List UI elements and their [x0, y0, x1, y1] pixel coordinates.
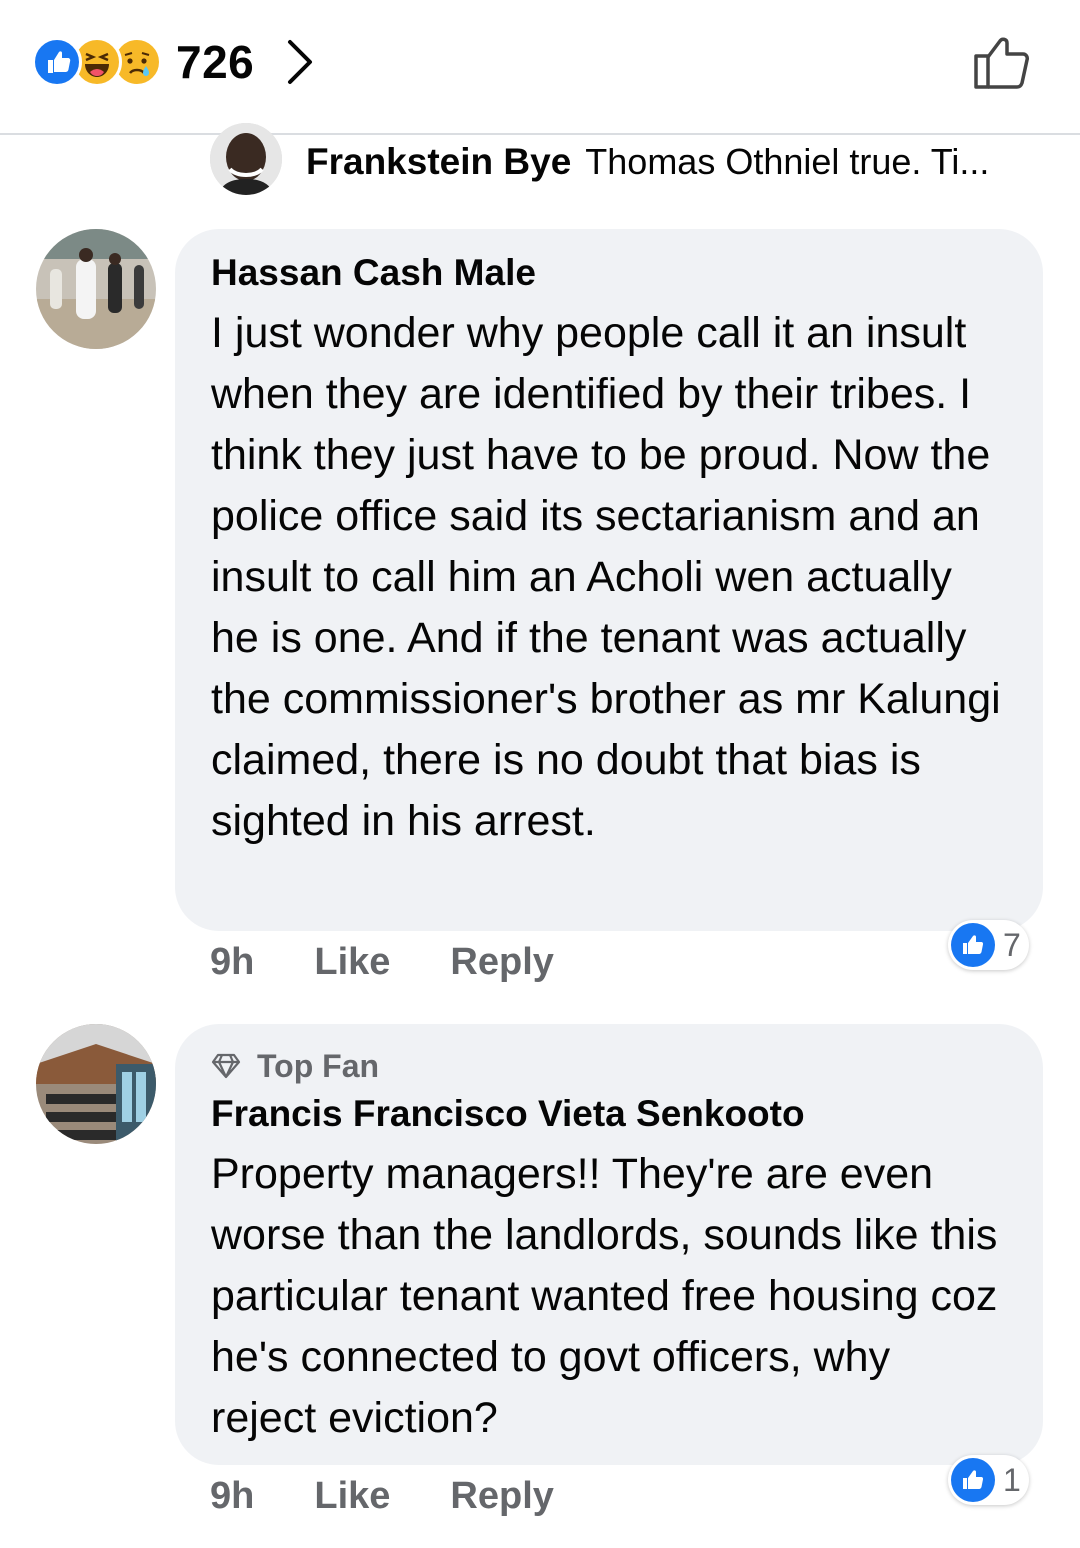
thumbs-up-outline-icon[interactable] [972, 30, 1034, 92]
chevron-right-icon[interactable] [284, 35, 324, 89]
comment-reaction-badge[interactable]: 7 [948, 920, 1029, 970]
comment-actions: 9h Like Reply [210, 937, 554, 987]
reaction-count: 726 [176, 36, 255, 88]
comment-bubble: Hassan Cash Male I just wonder why peopl… [175, 229, 1043, 931]
reply-button[interactable]: Reply [450, 1475, 553, 1518]
reaction-summary[interactable]: 726 [32, 35, 324, 89]
diamond-icon [211, 1053, 241, 1079]
comment-reaction-count: 1 [1003, 1461, 1021, 1498]
avatar[interactable] [36, 1024, 156, 1144]
comment-text: Property managers!! They're are even wor… [211, 1150, 998, 1442]
comment-text: I just wonder why people call it an insu… [211, 309, 1001, 845]
reply-button[interactable]: Reply [450, 941, 553, 984]
top-fan-label: Top Fan [257, 1048, 380, 1084]
like-icon [951, 923, 995, 967]
comment-reaction-badge[interactable]: 1 [948, 1455, 1029, 1505]
like-button[interactable]: Like [314, 941, 390, 984]
comment-timestamp[interactable]: 9h [210, 1475, 254, 1518]
comment-author[interactable]: Hassan Cash Male [211, 251, 1007, 295]
comment-reaction-count: 7 [1003, 926, 1021, 963]
top-fan-badge: Top Fan [211, 1046, 1007, 1086]
reply-snippet: Thomas Othniel true. Ti... [585, 141, 990, 182]
reactions-header: 726 [0, 0, 1080, 135]
avatar[interactable] [36, 229, 156, 349]
comment-bubble: Top Fan Francis Francisco Vieta Senkooto… [175, 1024, 1043, 1465]
comment-actions: 9h Like Reply [210, 1471, 554, 1521]
comment-author[interactable]: Francis Francisco Vieta Senkooto [211, 1092, 1007, 1136]
like-icon [951, 1458, 995, 1502]
comment-timestamp[interactable]: 9h [210, 941, 254, 984]
like-icon [32, 37, 82, 87]
reply-preview[interactable]: Frankstein Bye Thomas Othniel true. Ti..… [210, 123, 990, 195]
reply-author[interactable]: Frankstein Bye [306, 141, 571, 183]
like-button[interactable]: Like [314, 1475, 390, 1518]
avatar[interactable] [210, 123, 282, 195]
